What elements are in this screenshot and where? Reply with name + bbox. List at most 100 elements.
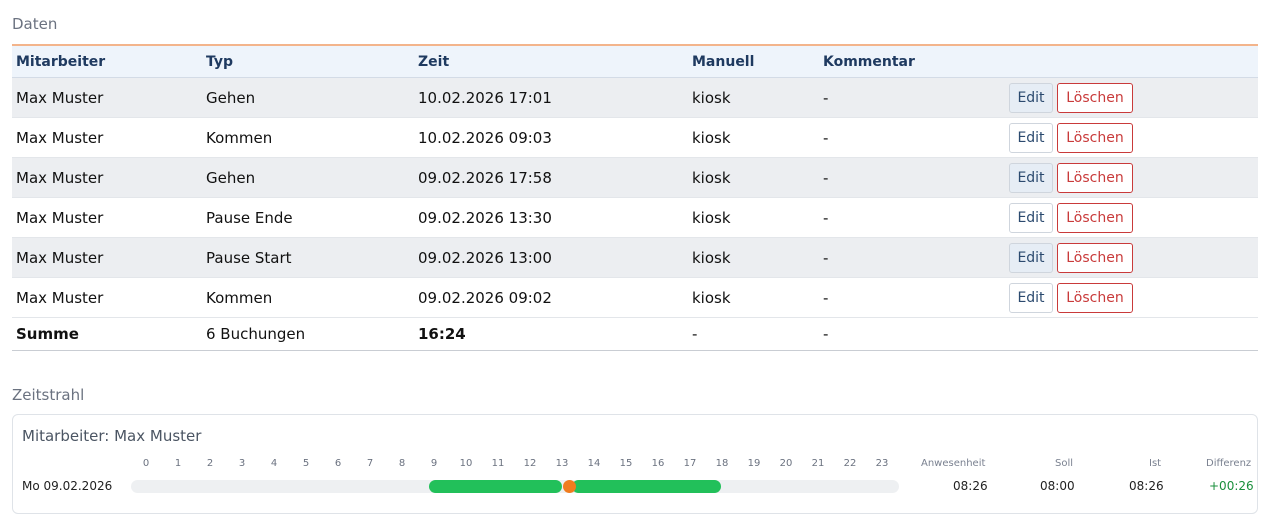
header-type[interactable]: Typ [206, 54, 418, 70]
table-row: Max Muster Gehen 10.02.2026 17:01 kiosk - Edi… [12, 78, 1258, 118]
summary-row: Summe 6 Buchungen 16:24 - - [12, 318, 1258, 351]
stat-header-difference: Differenz [1206, 458, 1252, 469]
delete-button[interactable]: Löschen [1057, 202, 1133, 233]
header-time[interactable]: Zeit [418, 54, 692, 70]
table-row: Max Muster Kommen 09.02.2026 09:02 kiosk - Ed… [12, 278, 1258, 318]
hour-tick-label: 8 [398, 458, 406, 469]
stat-header-target: Soll [1055, 458, 1074, 469]
cell-employee: Max Muster [16, 128, 104, 147]
header-comment[interactable]: Kommentar [823, 54, 1009, 70]
cell-manual: kiosk [692, 208, 731, 227]
hour-tick-label: 0 [142, 458, 150, 469]
edit-button[interactable]: Edit [1009, 122, 1053, 153]
hour-tick-label: 17 [683, 458, 697, 469]
cell-type: Pause Start [206, 248, 292, 267]
cell-manual: kiosk [692, 248, 731, 267]
hour-tick-label: 23 [875, 458, 889, 469]
table-row: Max Muster Gehen 09.02.2026 17:58 kiosk - Edi… [12, 158, 1258, 198]
cell-employee: Max Muster [16, 248, 104, 267]
hour-tick-label: 12 [523, 458, 537, 469]
cell-time: 10.02.2026 09:03 [418, 128, 552, 147]
timeline-employee-label: Mitarbeiter: Max Muster [22, 427, 202, 445]
day-actual: 08:26 [1129, 479, 1164, 493]
hour-tick-label: 1 [174, 458, 182, 469]
cell-employee: Max Muster [16, 208, 104, 227]
cell-time: 09.02.2026 09:02 [418, 288, 552, 307]
hour-tick-label: 16 [651, 458, 665, 469]
edit-button[interactable]: Edit [1009, 282, 1053, 313]
cell-type: Gehen [206, 88, 256, 107]
hour-tick-label: 15 [619, 458, 633, 469]
header-manual[interactable]: Manuell [692, 54, 823, 70]
hour-tick-label: 3 [238, 458, 246, 469]
bookings-table: Mitarbeiter Typ Zeit Manuell Kommentar M… [12, 44, 1258, 351]
cell-manual: kiosk [692, 128, 731, 147]
cell-comment: - [823, 208, 829, 227]
edit-button[interactable]: Edit [1009, 202, 1053, 233]
hour-tick-label: 20 [779, 458, 793, 469]
cell-comment: - [823, 248, 829, 267]
table-row: Max Muster Kommen 10.02.2026 09:03 kiosk - Ed… [12, 118, 1258, 158]
table-row: Max Muster Pause Ende 09.02.2026 13:30 kios… [12, 198, 1258, 238]
cell-employee: Max Muster [16, 288, 104, 307]
timeline-day-label: Mo 09.02.2026 [22, 479, 113, 493]
pause-marker [563, 480, 576, 493]
row-actions: Edit Löschen [1009, 122, 1133, 153]
edit-button[interactable]: Edit [1009, 162, 1053, 193]
hour-tick-label: 11 [491, 458, 505, 469]
delete-button[interactable]: Löschen [1057, 122, 1133, 153]
cell-comment: - [823, 88, 829, 107]
cell-type: Pause Ende [206, 208, 293, 227]
timeline-card: Mitarbeiter: Max Muster 0 1 2 3 4 5 6 7 8 9 10 11 12… [12, 414, 1258, 514]
data-section-title: Daten [12, 15, 58, 33]
edit-button[interactable]: Edit [1009, 82, 1053, 113]
cell-comment: - [823, 288, 829, 307]
day-difference: +00:26 [1209, 479, 1254, 493]
cell-comment: - [823, 128, 829, 147]
row-actions: Edit Löschen [1009, 82, 1133, 113]
timeline-section-title: Zeitstrahl [12, 386, 85, 404]
work-segment [428, 480, 562, 493]
table-header-row: Mitarbeiter Typ Zeit Manuell Kommentar [12, 46, 1258, 78]
delete-button[interactable]: Löschen [1057, 162, 1133, 193]
delete-button[interactable]: Löschen [1057, 242, 1133, 273]
cell-type: Gehen [206, 168, 256, 187]
hour-tick-label: 9 [430, 458, 438, 469]
summary-label: Summe [16, 325, 79, 343]
day-target: 08:00 [1040, 479, 1075, 493]
cell-time: 09.02.2026 17:58 [418, 168, 552, 187]
hour-tick-label: 22 [843, 458, 857, 469]
summary-total: 16:24 [418, 325, 466, 343]
cell-manual: kiosk [692, 88, 731, 107]
delete-button[interactable]: Löschen [1057, 282, 1133, 313]
cell-manual: kiosk [692, 168, 731, 187]
work-segment [572, 480, 722, 493]
summary-count: 6 Buchungen [206, 325, 306, 343]
cell-time: 10.02.2026 17:01 [418, 88, 552, 107]
delete-button[interactable]: Löschen [1057, 82, 1133, 113]
summary-comment: - [823, 325, 829, 343]
day-presence: 08:26 [953, 479, 988, 493]
hour-tick-label: 5 [302, 458, 310, 469]
hour-tick-label: 21 [811, 458, 825, 469]
hour-tick-label: 13 [555, 458, 569, 469]
row-actions: Edit Löschen [1009, 282, 1133, 313]
summary-manual: - [692, 325, 698, 343]
hour-tick-label: 10 [459, 458, 473, 469]
cell-type: Kommen [206, 288, 273, 307]
cell-time: 09.02.2026 13:00 [418, 248, 552, 267]
hour-tick-label: 19 [747, 458, 761, 469]
row-actions: Edit Löschen [1009, 242, 1133, 273]
cell-type: Kommen [206, 128, 273, 147]
row-actions: Edit Löschen [1009, 162, 1133, 193]
stat-header-actual: Ist [1149, 458, 1162, 469]
hour-tick-label: 18 [715, 458, 729, 469]
hour-tick-label: 6 [334, 458, 342, 469]
cell-employee: Max Muster [16, 168, 104, 187]
header-employee[interactable]: Mitarbeiter [12, 54, 206, 70]
cell-manual: kiosk [692, 288, 731, 307]
cell-time: 09.02.2026 13:30 [418, 208, 552, 227]
cell-employee: Max Muster [16, 88, 104, 107]
edit-button[interactable]: Edit [1009, 242, 1053, 273]
hour-tick-label: 7 [366, 458, 374, 469]
